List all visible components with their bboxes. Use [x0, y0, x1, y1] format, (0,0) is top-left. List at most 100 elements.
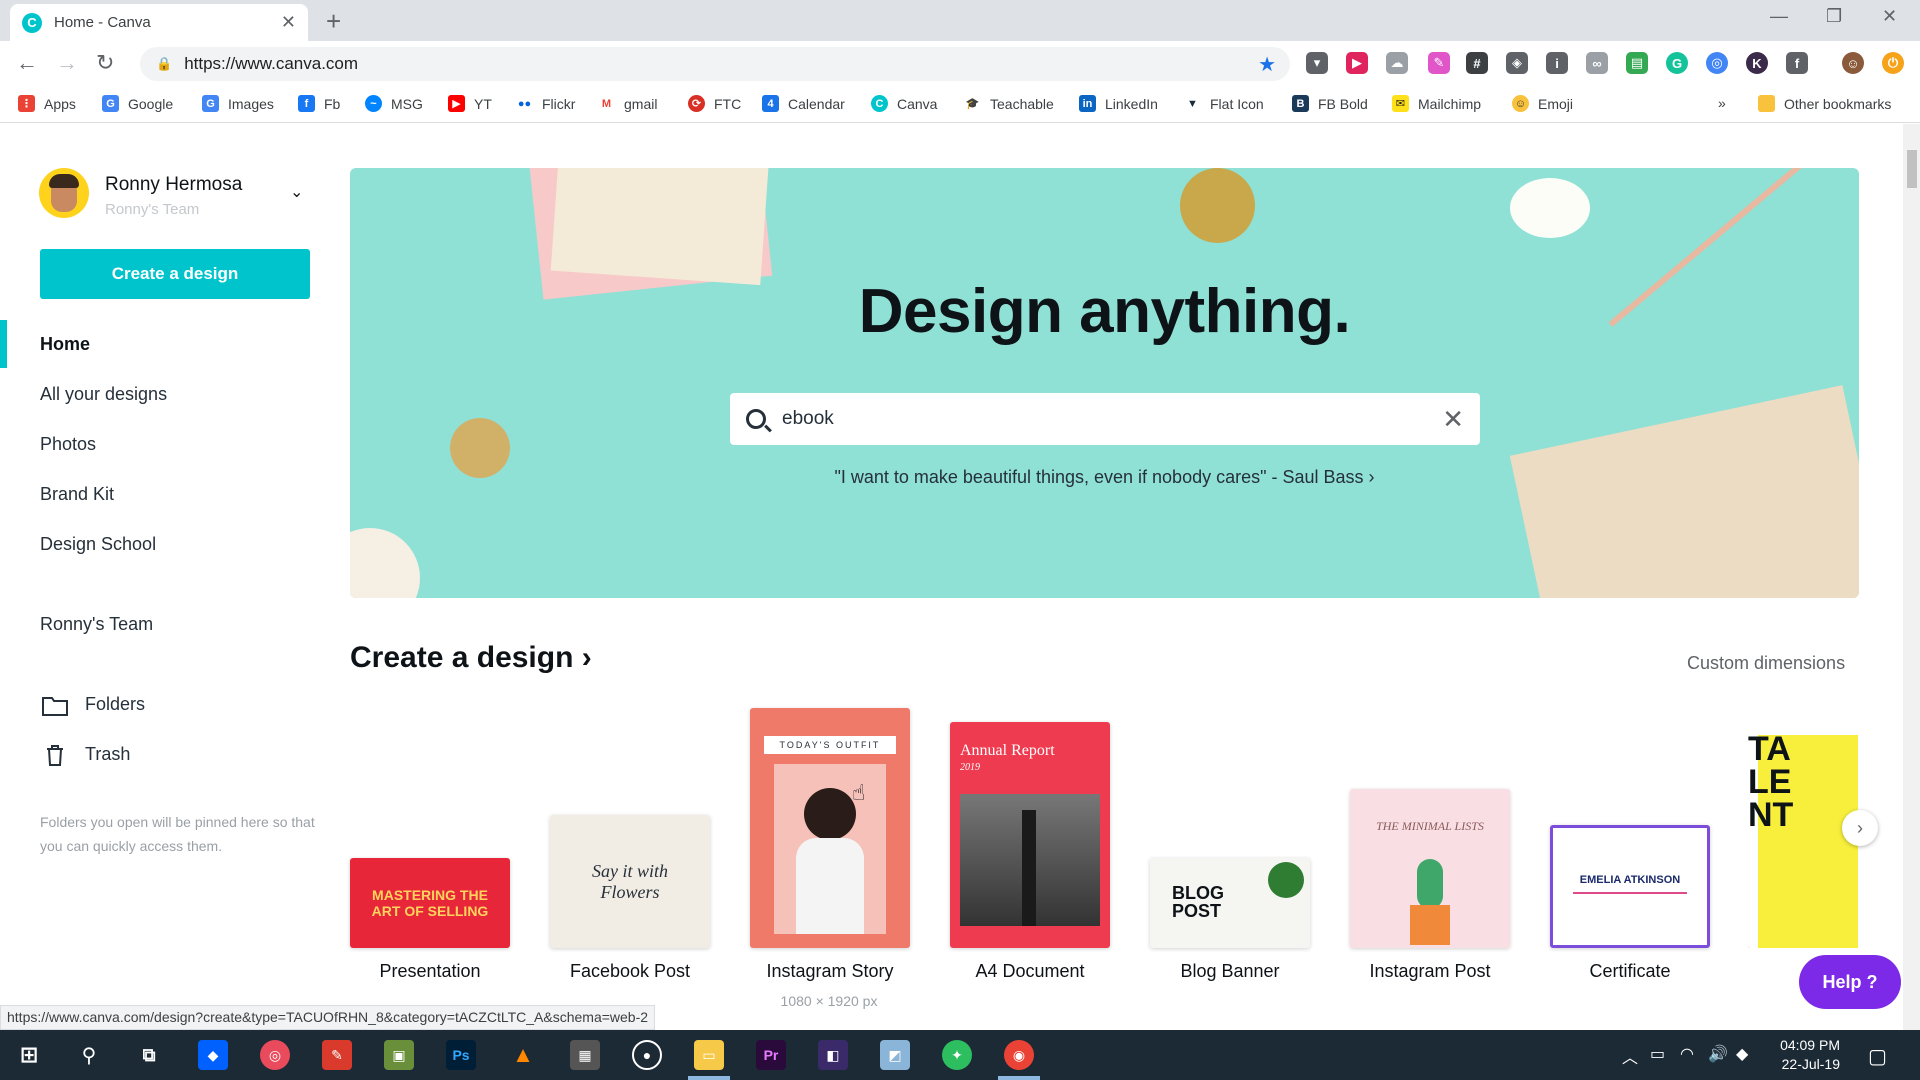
card-a4-document[interactable]: Annual Report 2019 [950, 722, 1110, 948]
bookmark-calendar[interactable]: 4 Calendar [762, 95, 845, 112]
extension-icon[interactable]: ▶ [1346, 52, 1368, 74]
vlc-icon[interactable]: ▲ [508, 1040, 538, 1070]
app-icon[interactable]: ◧ [818, 1040, 848, 1070]
other-bookmarks[interactable]: Other bookmarks [1758, 95, 1891, 112]
reload-icon[interactable]: ↻ [96, 50, 114, 76]
card-label-a4-document[interactable]: A4 Document [930, 961, 1130, 982]
bookmark-msg[interactable]: ~ MSG [365, 95, 423, 112]
card-certificate[interactable]: EMELIA ATKINSON [1550, 825, 1710, 948]
bookmark-apps[interactable]: ⋮ Apps [18, 95, 76, 112]
maximize-icon[interactable]: ❐ [1826, 6, 1842, 27]
hashtag-extension-icon[interactable]: # [1466, 52, 1488, 74]
bookmark-star-icon[interactable]: ★ [1258, 52, 1276, 77]
minimize-icon[interactable]: — [1770, 6, 1788, 27]
photoshop-icon[interactable]: Ps [446, 1040, 476, 1070]
browser-tab[interactable]: C Home - Canva ✕ [10, 4, 308, 41]
sidebar-item-brand-kit[interactable]: Brand Kit [40, 484, 114, 505]
sidebar-item-folders[interactable]: Folders [85, 694, 145, 715]
extension-icon[interactable]: ◎ [1706, 52, 1728, 74]
card-blog-banner[interactable]: BLOG POST [1150, 858, 1310, 948]
search-input[interactable]: ebook ✕ [730, 393, 1480, 445]
extension-icon[interactable]: ⏻ [1882, 52, 1904, 74]
avatar[interactable] [39, 168, 89, 218]
bookmark-linkedin[interactable]: in LinkedIn [1079, 95, 1158, 112]
bookmark-yt[interactable]: ▶ YT [448, 95, 492, 112]
cloud-extension-icon[interactable]: ☁ [1386, 52, 1408, 74]
more-bookmarks-icon[interactable]: » [1718, 95, 1726, 111]
dropbox-icon[interactable]: ◆ [198, 1040, 228, 1070]
card-label-instagram-post[interactable]: Instagram Post [1330, 961, 1530, 982]
search-icon[interactable]: ⚲ [74, 1040, 104, 1070]
custom-dimensions-link[interactable]: Custom dimensions [1687, 653, 1845, 674]
calculator-icon[interactable]: ▦ [570, 1040, 600, 1070]
grammarly-extension-icon[interactable]: G [1666, 52, 1688, 74]
clear-search-icon[interactable]: ✕ [1442, 404, 1464, 435]
sidebar-item-photos[interactable]: Photos [40, 434, 96, 455]
battery-icon[interactable]: ▭ [1650, 1044, 1665, 1064]
task-view-icon[interactable]: ⧉ [134, 1040, 164, 1070]
bookmark-fb-bold[interactable]: B FB Bold [1292, 95, 1368, 112]
extension-icon[interactable]: ▤ [1626, 52, 1648, 74]
dropbox-tray-icon[interactable]: ◆ [1736, 1044, 1748, 1064]
card-instagram-post[interactable]: THE MINIMAL LISTS [1350, 789, 1510, 948]
sidebar-item-all-designs[interactable]: All your designs [40, 384, 167, 405]
address-bar[interactable]: 🔒 https://www.canva.com ★ [140, 47, 1290, 81]
facebook-extension-icon[interactable]: f [1786, 52, 1808, 74]
new-tab-icon[interactable]: + [326, 6, 341, 37]
help-button[interactable]: Help ? [1799, 955, 1901, 1009]
sidebar-item-home[interactable]: Home [40, 334, 90, 355]
create-design-heading[interactable]: Create a design › [350, 641, 592, 675]
forward-icon[interactable]: → [56, 50, 78, 76]
card-partial[interactable]: TA LE NT [1748, 735, 1858, 948]
page-scrollbar[interactable] [1903, 124, 1920, 1030]
bookmark-teachable[interactable]: 🎓 Teachable [964, 95, 1054, 112]
sidebar-item-trash[interactable]: Trash [85, 744, 130, 765]
sidebar-item-team[interactable]: Ronny's Team [40, 614, 153, 635]
hero-quote-link[interactable]: "I want to make beautiful things, even i… [350, 467, 1859, 488]
card-label-facebook-post[interactable]: Facebook Post [530, 961, 730, 982]
card-label-presentation[interactable]: Presentation [330, 961, 530, 982]
bookmark-emoji[interactable]: ☺ Emoji [1512, 95, 1573, 112]
wifi-icon[interactable]: ◠ [1680, 1044, 1694, 1064]
link-extension-icon[interactable]: ∞ [1586, 52, 1608, 74]
bookmark-gmail[interactable]: Mgmail [598, 95, 657, 112]
bookmark-ftc[interactable]: ⟳ FTC [688, 95, 741, 112]
color-picker-extension-icon[interactable]: ✎ [1428, 52, 1450, 74]
card-instagram-story[interactable]: TODAY'S OUTFIT [750, 708, 910, 948]
evernote-icon[interactable]: ✦ [942, 1040, 972, 1070]
file-explorer-icon[interactable]: ▭ [694, 1040, 724, 1070]
user-name[interactable]: Ronny Hermosa [105, 174, 242, 196]
info-extension-icon[interactable]: i [1546, 52, 1568, 74]
card-label-instagram-story[interactable]: Instagram Story [730, 961, 930, 982]
card-facebook-post[interactable]: Say it with Flowers [550, 815, 710, 948]
extension-icon[interactable]: K [1746, 52, 1768, 74]
app-icon[interactable]: ◩ [880, 1040, 910, 1070]
scrollbar-thumb[interactable] [1907, 150, 1917, 188]
sidebar-item-design-school[interactable]: Design School [40, 534, 156, 555]
premiere-icon[interactable]: Pr [756, 1040, 786, 1070]
windows-start-icon[interactable]: ⊞ [14, 1040, 44, 1070]
card-label-blog-banner[interactable]: Blog Banner [1130, 961, 1330, 982]
app-icon[interactable]: ▣ [384, 1040, 414, 1070]
shield-extension-icon[interactable]: ◈ [1506, 52, 1528, 74]
chevron-down-icon[interactable]: ⌄ [290, 182, 303, 202]
close-tab-icon[interactable]: ✕ [281, 12, 296, 33]
bookmark-google[interactable]: G Google [102, 95, 173, 112]
chevron-up-icon[interactable]: ︿ [1622, 1044, 1638, 1068]
carousel-next-button[interactable]: › [1842, 810, 1878, 846]
bookmark-mailchimp[interactable]: ✉ Mailchimp [1392, 95, 1481, 112]
card-presentation[interactable]: MASTERING THE ART OF SELLING [350, 858, 510, 948]
back-icon[interactable]: ← [16, 50, 38, 76]
bookmark-canva[interactable]: C Canva [871, 95, 937, 112]
notifications-icon[interactable]: ▢ [1868, 1044, 1887, 1069]
profile-avatar-icon[interactable]: ☺ [1842, 52, 1864, 74]
volume-icon[interactable]: 🔊 [1708, 1044, 1728, 1064]
app-icon[interactable]: ✎ [322, 1040, 352, 1070]
pocket-extension-icon[interactable]: ▾ [1306, 52, 1328, 74]
card-label-certificate[interactable]: Certificate [1530, 961, 1730, 982]
obs-icon[interactable]: ● [632, 1040, 662, 1070]
bookmark-images[interactable]: G Images [202, 95, 274, 112]
close-window-icon[interactable]: ✕ [1882, 6, 1897, 27]
chrome-icon[interactable]: ◉ [1004, 1040, 1034, 1070]
taskbar-clock[interactable]: 04:09 PM 22-Jul-19 [1750, 1036, 1840, 1074]
